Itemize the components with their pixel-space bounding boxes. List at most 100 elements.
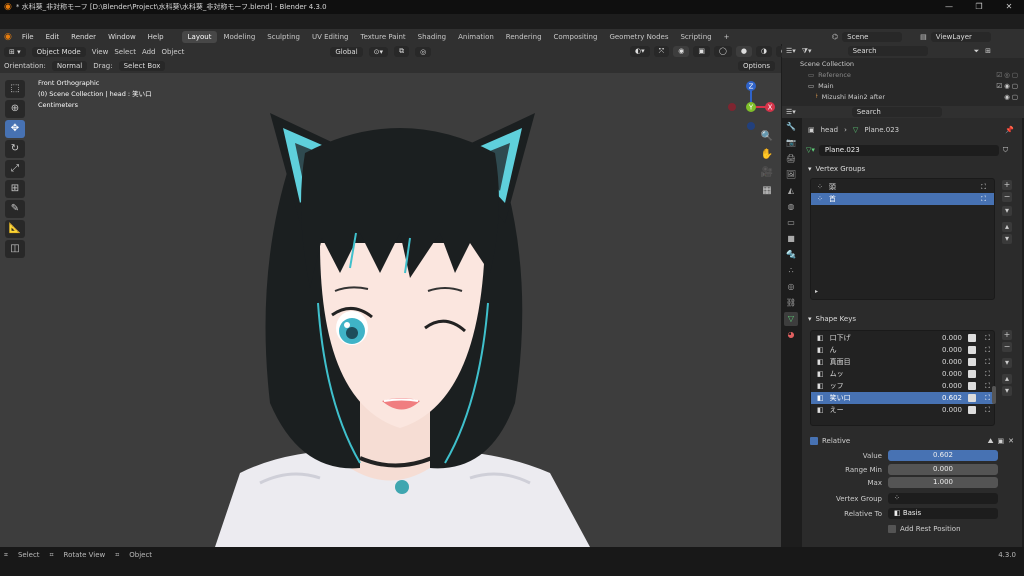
- pan-icon[interactable]: ✋: [758, 146, 776, 164]
- tab-rendering[interactable]: Rendering: [500, 31, 548, 43]
- menu-view[interactable]: View: [92, 48, 109, 56]
- fake-user-icon[interactable]: ⛉: [1003, 146, 1008, 155]
- outliner-filter-icon[interactable]: ⧩▾: [802, 47, 812, 56]
- drag-selector[interactable]: Select Box: [118, 61, 166, 71]
- pivot-icon[interactable]: ⊙▾: [368, 46, 389, 57]
- menu-object[interactable]: Object: [162, 48, 185, 56]
- mute-checkbox[interactable]: [968, 358, 976, 366]
- modifier-tab-icon[interactable]: 🔩: [784, 248, 798, 262]
- tab-sculpting[interactable]: Sculpting: [261, 31, 306, 43]
- maximize-button[interactable]: ❐: [964, 0, 994, 14]
- tab-geometry-nodes[interactable]: Geometry Nodes: [603, 31, 674, 43]
- list-item[interactable]: ◧ ッフ 0.000 ⛶: [811, 380, 994, 392]
- overlay-toggle-icon[interactable]: ◉: [673, 46, 690, 57]
- proportional-edit-icon[interactable]: ◎: [415, 46, 432, 57]
- list-item[interactable]: ◧ 笑い口 0.602 ⛶: [811, 392, 994, 404]
- tab-animation[interactable]: Animation: [452, 31, 500, 43]
- mute-checkbox[interactable]: [968, 370, 976, 378]
- material-shading-icon[interactable]: ◑: [755, 46, 773, 57]
- properties-editor-icon[interactable]: ☰▾: [786, 108, 796, 116]
- mute-checkbox[interactable]: [968, 382, 976, 390]
- outliner-row-reference[interactable]: ▭ Reference ☑ ◎ ▢: [782, 69, 1024, 80]
- mode-selector[interactable]: Object Mode: [31, 46, 86, 57]
- pin-icon[interactable]: 📌: [1005, 126, 1014, 134]
- tab-compositing[interactable]: Compositing: [548, 31, 604, 43]
- orientation-selector[interactable]: Normal: [51, 61, 88, 71]
- menu-render[interactable]: Render: [65, 33, 102, 41]
- mute-checkbox[interactable]: [968, 346, 976, 354]
- shape-key-pin-icon[interactable]: ▣: [998, 437, 1005, 445]
- properties-search-input[interactable]: Search: [851, 107, 942, 117]
- gizmo-toggle-icon[interactable]: ⤧: [653, 46, 670, 57]
- move-down-icon[interactable]: ▾: [1002, 234, 1012, 244]
- lock-icon[interactable]: ⛶: [985, 334, 990, 343]
- shape-key-specials-icon[interactable]: ▾: [1002, 358, 1012, 368]
- add-workspace-button[interactable]: +: [718, 31, 736, 43]
- move-tool-icon[interactable]: ✥: [5, 120, 25, 138]
- options-button[interactable]: Options: [738, 61, 776, 71]
- shape-key-value[interactable]: 0.000: [942, 346, 962, 354]
- transform-orientation-selector[interactable]: Global: [330, 46, 363, 57]
- shape-key-value[interactable]: 0.000: [942, 334, 962, 342]
- list-item[interactable]: ⁘ 頭 ⛶: [811, 181, 994, 193]
- vertex-groups-panel-header[interactable]: ▾ Vertex Groups: [802, 162, 1022, 176]
- select-tool-icon[interactable]: ⬚: [5, 80, 25, 98]
- relative-checkbox[interactable]: [810, 437, 818, 445]
- add-cube-tool-icon[interactable]: ◫: [5, 240, 25, 258]
- list-item[interactable]: ◧ 真面目 0.000 ⛶: [811, 356, 994, 368]
- view-layer-tab-icon[interactable]: 🖼: [784, 168, 798, 182]
- snap-icon[interactable]: ⧉: [394, 46, 410, 57]
- outliner-search-input[interactable]: Search: [847, 46, 928, 56]
- tab-modeling[interactable]: Modeling: [217, 31, 261, 43]
- scene-tab-icon[interactable]: ◭: [784, 184, 798, 198]
- outliner-row-armature[interactable]: ⟊ Mizushi Main2 after ◉ ▢: [782, 91, 1024, 102]
- transform-tool-icon[interactable]: ⊞: [5, 180, 25, 198]
- wireframe-shading-icon[interactable]: ◯: [713, 46, 732, 57]
- editor-type-button[interactable]: ⊞ ▾: [4, 46, 26, 57]
- relative-to-field[interactable]: ◧ Basis: [888, 508, 998, 519]
- move-down-icon[interactable]: ▾: [1002, 386, 1012, 396]
- tab-layout[interactable]: Layout: [181, 30, 218, 43]
- remove-shape-key-button[interactable]: −: [1002, 342, 1012, 352]
- constraints-tab-icon[interactable]: ⛓: [784, 296, 798, 310]
- menu-window[interactable]: Window: [102, 33, 142, 41]
- menu-add[interactable]: Add: [142, 48, 156, 56]
- move-up-icon[interactable]: ▴: [1002, 374, 1012, 384]
- mute-checkbox[interactable]: [968, 394, 976, 402]
- list-item[interactable]: ◧ ムッ 0.000 ⛶: [811, 368, 994, 380]
- tool-tab-icon[interactable]: 🔧: [784, 120, 798, 134]
- add-rest-position-checkbox[interactable]: [888, 524, 896, 533]
- data-tab-icon[interactable]: ▽: [784, 312, 798, 326]
- shape-key-edit-mode-icon[interactable]: ⛰: [988, 437, 994, 446]
- new-collection-icon[interactable]: ⊞: [985, 47, 991, 55]
- render-tab-icon[interactable]: 📷: [784, 136, 798, 150]
- outliner-row-main[interactable]: ▭ Main ☑ ◉ ▢: [782, 80, 1024, 91]
- list-item[interactable]: ◧ ん 0.000 ⛶: [811, 344, 994, 356]
- visibility-toggles-icon[interactable]: ☑ ◉ ▢: [996, 82, 1018, 90]
- shape-key-value[interactable]: 0.000: [942, 406, 962, 414]
- vertex-group-field[interactable]: ⁘: [888, 493, 998, 504]
- vertex-groups-list[interactable]: ⁘ 頭 ⛶ ⁘ 首 ⛶ ▸: [810, 178, 995, 300]
- solid-shading-icon[interactable]: ●: [735, 46, 752, 57]
- material-tab-icon[interactable]: ◕: [784, 328, 798, 342]
- shape-key-value[interactable]: 0.000: [942, 358, 962, 366]
- add-vertex-group-button[interactable]: +: [1002, 180, 1012, 190]
- lock-icon[interactable]: ⛶: [981, 183, 986, 192]
- clear-shape-key-icon[interactable]: ✕: [1008, 437, 1014, 445]
- lock-icon[interactable]: ⛶: [985, 406, 990, 415]
- minimize-button[interactable]: —: [934, 0, 964, 14]
- camera-view-icon[interactable]: 🎥: [758, 164, 776, 182]
- shape-key-value[interactable]: 0.602: [942, 394, 962, 402]
- cursor-tool-icon[interactable]: ⊕: [5, 100, 25, 118]
- outliner-funnel-icon[interactable]: ⏷: [974, 47, 980, 56]
- shape-key-value[interactable]: 0.000: [942, 370, 962, 378]
- mute-checkbox[interactable]: [968, 406, 976, 414]
- rotate-tool-icon[interactable]: ↻: [5, 140, 25, 158]
- tab-texture-paint[interactable]: Texture Paint: [355, 31, 412, 43]
- menu-file[interactable]: File: [16, 33, 40, 41]
- mute-checkbox[interactable]: [968, 334, 976, 342]
- annotate-tool-icon[interactable]: ✎: [5, 200, 25, 218]
- menu-select[interactable]: Select: [114, 48, 136, 56]
- tab-scripting[interactable]: Scripting: [674, 31, 717, 43]
- zoom-icon[interactable]: 🔍: [758, 128, 776, 146]
